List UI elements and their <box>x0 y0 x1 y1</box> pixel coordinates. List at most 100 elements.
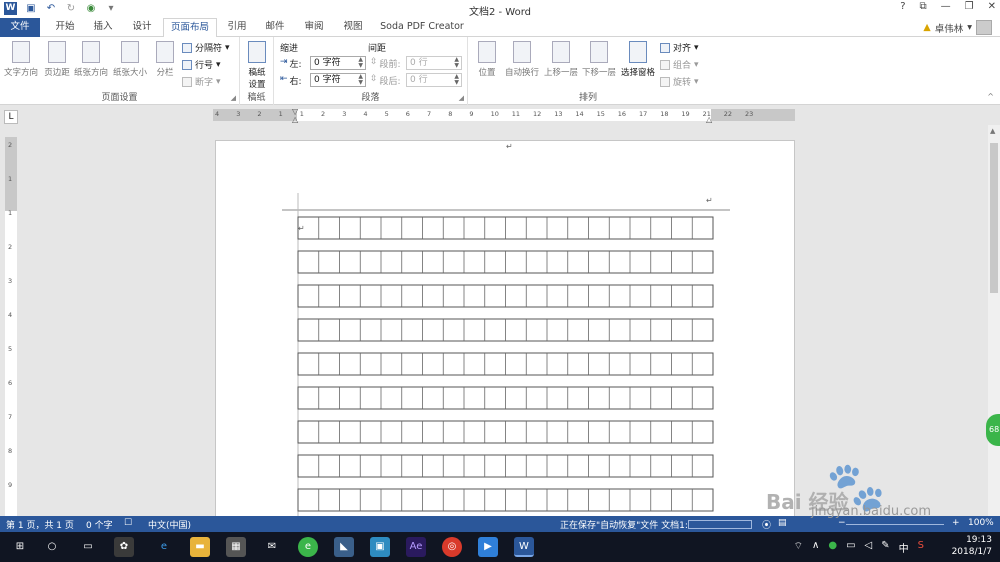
hyphenation-icon <box>182 76 192 87</box>
paragraph-launcher-icon[interactable]: ◢ <box>459 94 464 102</box>
windows-icon[interactable]: ⊞ <box>10 537 30 557</box>
manuscript-icon <box>248 41 266 63</box>
ruler-tick-label: 9 <box>469 110 474 118</box>
tab-file[interactable]: 文件 <box>0 18 40 37</box>
clock[interactable]: 19:13 2018/1/7 <box>952 534 992 558</box>
text-direction-button[interactable]: 文字方向 <box>2 41 40 78</box>
edge-icon[interactable]: e <box>154 537 174 557</box>
zoom-slider[interactable] <box>846 524 944 525</box>
wrap-text-button[interactable]: 自动换行 <box>502 41 542 78</box>
store-icon[interactable]: ▦ <box>226 537 246 557</box>
tray-chevron-icon[interactable]: ∧ <box>812 540 819 555</box>
hyphenation-button[interactable]: 断字 ▾ <box>182 75 221 88</box>
ruler-tick-label: 4 <box>8 311 13 319</box>
manuscript-grid <box>282 193 730 531</box>
line-numbers-button[interactable]: 行号 ▾ <box>182 58 221 71</box>
focus-icon[interactable]: ⦿ <box>762 518 771 531</box>
align-button[interactable]: 对齐 ▾ <box>660 41 699 54</box>
bring-forward-button[interactable]: 上移一层 <box>541 41 581 78</box>
ruler-tick-label: 9 <box>8 481 13 489</box>
orientation-icon <box>82 41 100 63</box>
ae-icon[interactable]: Ae <box>406 537 426 557</box>
tab-page-layout[interactable]: 页面布局 <box>163 18 217 38</box>
minimize-button[interactable]: — <box>941 1 951 12</box>
breaks-button[interactable]: 分隔符 ▾ <box>182 41 230 54</box>
group-button[interactable]: 组合 ▾ <box>660 58 699 71</box>
ruler-tick-label: 6 <box>8 379 13 387</box>
scrollbar-thumb[interactable] <box>990 143 998 293</box>
spacing-before-input[interactable]: 0 行 ▲ ▼ <box>406 56 462 70</box>
play-icon[interactable]: ▶ <box>478 537 498 557</box>
zoom-out-icon[interactable]: − <box>838 518 846 528</box>
manuscript-settings-button[interactable]: 稿纸 设置 <box>238 41 276 90</box>
language-status[interactable]: 中文(中国) <box>148 518 191 531</box>
tab-review[interactable]: 审阅 <box>298 18 330 37</box>
ime-indicator[interactable]: 中 <box>899 540 909 555</box>
app2-icon[interactable]: ◣ <box>334 537 354 557</box>
send-backward-button[interactable]: 下移一层 <box>579 41 619 78</box>
tab-mailings[interactable]: 邮件 <box>260 18 290 37</box>
app3-icon[interactable]: ▣ <box>370 537 390 557</box>
page-setup-launcher-icon[interactable]: ◢ <box>231 94 236 102</box>
tab-selector[interactable]: L <box>4 110 18 124</box>
paper-size-icon <box>121 41 139 63</box>
columns-button[interactable]: 分栏 <box>146 41 184 78</box>
word-icon[interactable]: W <box>514 537 534 557</box>
wifi-icon[interactable]: ⌔ <box>794 540 803 555</box>
indent-left-input[interactable]: 0 字符 ▲ ▼ <box>310 56 366 70</box>
left-indent-marker-icon[interactable]: △ <box>292 115 298 124</box>
sogou-icon[interactable]: S <box>918 540 924 555</box>
ruler-tick-label: 10 <box>490 110 499 118</box>
ribbon-display-button[interactable]: ⧉ <box>920 1 927 12</box>
explorer-icon[interactable]: ▬ <box>190 537 210 557</box>
margins-icon <box>48 41 66 63</box>
vertical-scrollbar[interactable]: ▲ <box>988 125 1000 516</box>
pen-icon[interactable]: ✎ <box>881 540 889 555</box>
collapse-ribbon-icon[interactable]: ^ <box>987 92 994 101</box>
page-count[interactable]: 第 1 页，共 1 页 <box>6 518 74 531</box>
tab-home[interactable]: 开始 <box>50 18 80 37</box>
music-icon[interactable]: ◎ <box>442 537 462 557</box>
selection-pane-button[interactable]: 选择窗格 <box>618 41 658 78</box>
tab-design[interactable]: 设计 <box>126 18 158 37</box>
line-numbers-icon <box>182 59 192 70</box>
ruler-tick-label: 22 <box>723 110 733 118</box>
vertical-ruler[interactable]: 2112345678910 <box>5 137 17 523</box>
position-button[interactable]: 位置 <box>468 41 506 78</box>
cortana-icon[interactable]: ○ <box>42 537 62 557</box>
tab-insert[interactable]: 插入 <box>88 18 118 37</box>
close-button[interactable]: ✕ <box>988 1 996 12</box>
zoom-level[interactable]: 100% <box>968 518 994 528</box>
indent-right-input[interactable]: 0 字符 ▲ ▼ <box>310 73 366 87</box>
browser-icon[interactable]: e <box>298 537 318 557</box>
maximize-button[interactable]: ❐ <box>965 1 974 12</box>
network-icon[interactable]: ▭ <box>846 540 855 555</box>
user-account[interactable]: ▲ 卓伟林 ▾ <box>923 20 992 35</box>
read-mode-icon[interactable]: ▤ <box>778 518 787 528</box>
spacing-after-input[interactable]: 0 行 ▲ ▼ <box>406 73 462 87</box>
volume-icon[interactable]: ◁ <box>865 540 873 555</box>
word-count[interactable]: 0 个字 <box>86 518 113 531</box>
help-button[interactable]: ? <box>900 1 905 12</box>
tab-references[interactable]: 引用 <box>222 18 252 37</box>
ruler-tick-label: 7 <box>427 110 432 118</box>
mail-icon[interactable]: ✉ <box>262 537 282 557</box>
tab-soda-pdf[interactable]: Soda PDF Creator <box>376 18 468 37</box>
tab-view[interactable]: 视图 <box>338 18 368 37</box>
ruler-tick-label: 1 <box>278 110 283 118</box>
spacing-title: 间距 <box>368 44 387 54</box>
side-float-badge[interactable]: 68 <box>986 414 1000 446</box>
document-page[interactable]: ↵ ↵ ↵ <box>215 140 795 531</box>
margins-button[interactable]: 页边距 <box>38 41 76 78</box>
taskview-icon[interactable]: ▭ <box>78 537 98 557</box>
rotate-button[interactable]: 旋转 ▾ <box>660 75 699 88</box>
right-indent-marker-icon[interactable]: △ <box>706 115 712 124</box>
size-button[interactable]: 纸张大小 <box>111 41 149 78</box>
horizontal-ruler[interactable]: 4 3 2 1 1 2 3 4 5 6 7 8 9 10 11 12 13 14 15 16 17 18 19 21 22 23 … <box>213 107 795 124</box>
tray-app-icon[interactable]: ● <box>828 540 837 555</box>
wrap-text-icon <box>513 41 531 63</box>
zoom-in-icon[interactable]: + <box>952 518 960 528</box>
proofing-icon[interactable]: ☐ <box>124 518 132 528</box>
orientation-button[interactable]: 纸张方向 <box>72 41 110 78</box>
app1-icon[interactable]: ✿ <box>114 537 134 557</box>
